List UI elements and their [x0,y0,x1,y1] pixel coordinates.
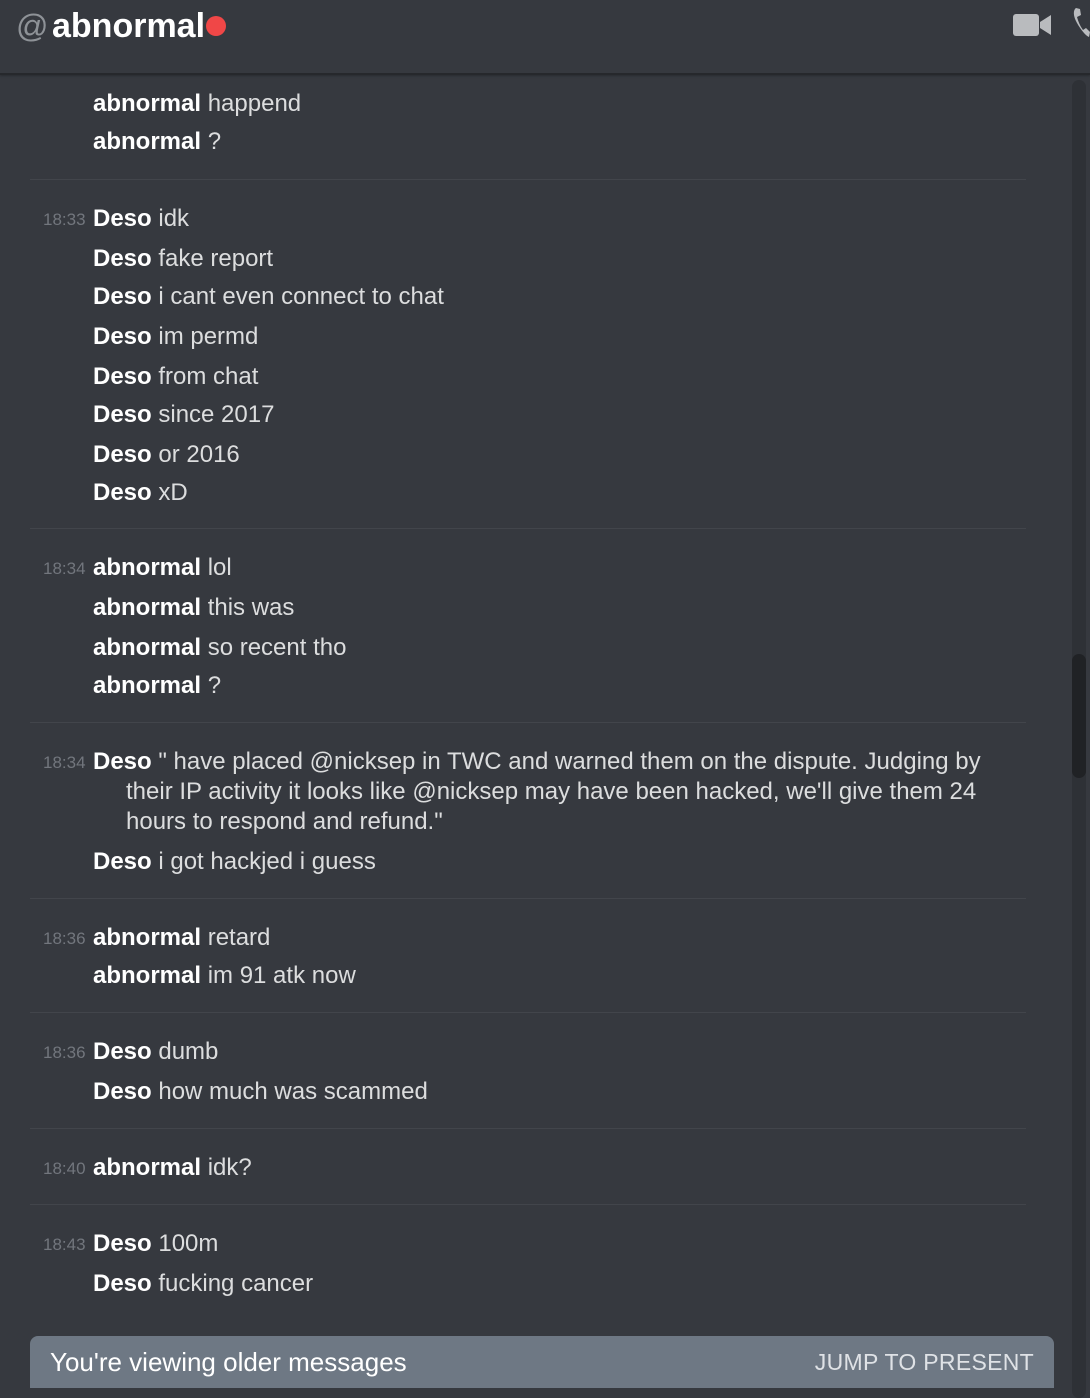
message-group: 18:40 abnormal idk? [30,1128,1026,1205]
message-line[interactable]: Deso i got hackjed i guess [93,847,376,877]
message-text: xD [158,479,188,506]
message-line[interactable]: abnormal lol [93,553,232,583]
message-author[interactable]: Deso [93,1038,152,1065]
jump-to-present-button[interactable]: JUMP TO PRESENT [815,1348,1034,1376]
message-text: from chat [158,363,259,390]
message-text: lol [207,554,232,581]
message-line[interactable]: Deso " have placed @nicksep in TWC and w… [93,747,1026,837]
status-indicator [206,16,226,36]
older-messages-text: You're viewing older messages [50,1347,407,1377]
message-line[interactable]: Deso fucking cancer [93,1269,313,1299]
message-author[interactable]: Deso [93,1230,152,1257]
channel-header: @ abnormal [0,0,1090,75]
message-author[interactable]: abnormal [93,1154,201,1181]
message-timestamp: 18:34 [43,753,86,772]
message-line[interactable]: Deso im permd [93,322,258,352]
message-text: this was [207,594,295,621]
message-author[interactable]: abnormal [93,672,201,699]
message-timestamp: 18:40 [43,1159,86,1178]
message-author[interactable]: Deso [93,401,152,428]
message-line[interactable]: Deso 100m [93,1229,218,1259]
message-line[interactable]: abnormal retard [93,923,270,953]
message-author[interactable]: Deso [93,245,152,272]
message-group: 18:36 abnormal retard abnormal im 91 atk n… [30,898,1026,1013]
message-timestamp: 18:36 [43,1043,86,1062]
message-group: abnormal happend abnormal ? [30,75,1026,179]
message-group: 18:33 Deso idk Deso fake report Deso i cant… [30,179,1026,529]
message-timestamp: 18:34 [43,559,86,578]
message-line[interactable]: abnormal happend [93,89,301,119]
message-text: fake report [158,245,274,272]
message-line[interactable]: Deso how much was scammed [93,1077,428,1107]
message-text: idk? [207,1154,252,1181]
channel-title[interactable]: abnormal [52,6,205,46]
message-text: retard [207,924,271,951]
message-line[interactable]: Deso xD [93,478,188,508]
message-line[interactable]: Deso from chat [93,362,258,392]
message-author[interactable]: Deso [93,1270,152,1297]
message-text: so recent tho [207,634,347,661]
message-text: since 2017 [158,401,275,428]
message-text: 100m [158,1230,219,1257]
video-call-icon[interactable] [1012,12,1052,38]
dm-window: @ abnormal abnormal happend abnormal ? 18:… [0,0,1090,1398]
message-line[interactable]: Deso i cant even connect to chat [93,282,444,312]
message-author[interactable]: abnormal [93,924,201,951]
message-text: i got hackjed i guess [158,848,376,875]
message-author[interactable]: abnormal [93,634,201,661]
message-line[interactable]: Deso idk [93,204,189,234]
message-text: im 91 atk now [207,962,356,989]
message-text: ? [207,128,222,155]
message-author[interactable]: Deso [93,363,152,390]
message-text: dumb [158,1038,219,1065]
message-author[interactable]: Deso [93,848,152,875]
message-author[interactable]: abnormal [93,962,201,989]
message-text: or 2016 [158,441,240,468]
at-icon: @ [16,8,49,44]
message-author[interactable]: Deso [93,1078,152,1105]
message-author[interactable]: abnormal [93,128,201,155]
message-line[interactable]: abnormal im 91 atk now [93,961,356,991]
message-text: happend [207,90,302,117]
message-text: how much was scammed [158,1078,428,1105]
message-author[interactable]: Deso [93,283,152,310]
message-group: 18:36 Deso dumb Deso how much was scammed [30,1012,1026,1129]
message-line[interactable]: Deso fake report [93,244,273,274]
message-text: ? [207,672,222,699]
message-author[interactable]: Deso [93,323,152,350]
message-author[interactable]: Deso [93,748,152,775]
message-author[interactable]: Deso [93,441,152,468]
message-group: 18:34 abnormal lol abnormal this was abnorm… [30,528,1026,723]
message-author[interactable]: Deso [93,479,152,506]
message-author[interactable]: abnormal [93,594,201,621]
scrollbar-thumb[interactable] [1072,654,1086,778]
message-text: " have placed @nicksep in TWC and warned… [158,748,981,775]
message-line[interactable]: Deso dumb [93,1037,218,1067]
older-messages-bar[interactable]: You're viewing older messages JUMP TO PR… [30,1336,1054,1388]
message-timestamp: 18:36 [43,929,86,948]
message-timestamp: 18:43 [43,1235,86,1254]
message-timestamp: 18:33 [43,210,86,229]
message-text: idk [158,205,190,232]
voice-call-icon[interactable] [1072,6,1090,40]
message-line[interactable]: abnormal ? [93,671,221,701]
message-text: im permd [158,323,259,350]
message-line[interactable]: Deso or 2016 [93,440,240,470]
message-text-continuation: their IP activity it looks like @nicksep… [126,778,977,835]
message-line[interactable]: abnormal so recent tho [93,633,346,663]
message-group: 18:43 Deso 100m Deso fucking cancer [30,1204,1026,1321]
message-group: 18:34 Deso " have placed @nicksep in TWC … [30,722,1026,899]
message-author[interactable]: abnormal [93,90,201,117]
message-text: fucking cancer [158,1270,314,1297]
message-line[interactable]: abnormal idk? [93,1153,252,1183]
message-line[interactable]: abnormal this was [93,593,294,623]
message-line[interactable]: Deso since 2017 [93,400,274,430]
message-author[interactable]: abnormal [93,554,201,581]
message-line[interactable]: abnormal ? [93,127,221,157]
message-author[interactable]: Deso [93,205,152,232]
message-list[interactable]: abnormal happend abnormal ? 18:33 Deso idk D… [0,75,1070,1398]
message-text: i cant even connect to chat [158,283,444,310]
